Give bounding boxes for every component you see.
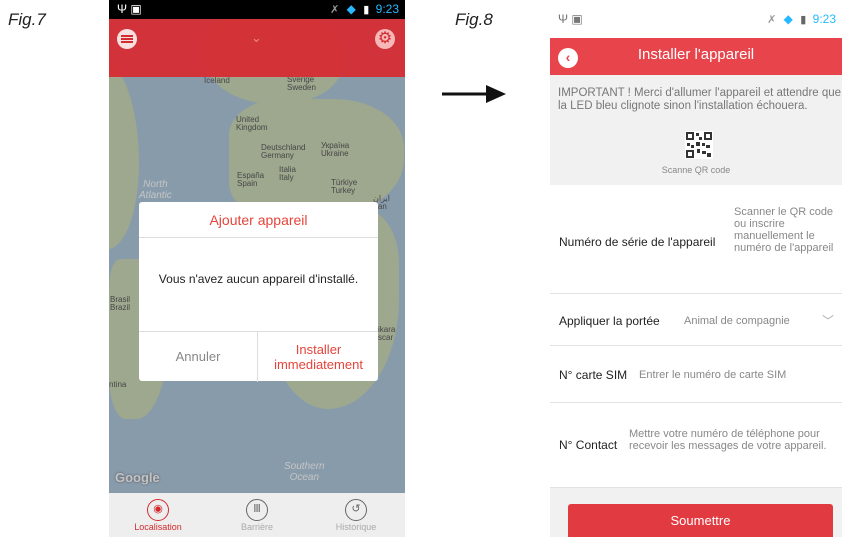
menu-icon[interactable] <box>117 29 137 49</box>
arrow-right-icon <box>442 85 506 103</box>
phone-screen-map: Iceland Sverige Sweden United Kingdom De… <box>109 0 405 537</box>
nav-label: Historique <box>335 522 377 532</box>
nav-item-historique[interactable]: ↺ Historique <box>307 493 405 537</box>
range-value[interactable]: Animal de compagnie <box>684 315 790 327</box>
mute-icon: ✗ <box>330 4 340 16</box>
submit-button[interactable]: Soumettre <box>568 504 833 537</box>
chevron-down-icon[interactable]: ⌄ <box>251 30 262 46</box>
wifi-icon: ◆ <box>783 12 793 26</box>
nav-label: Barrière <box>240 522 273 532</box>
usb-icon: Ψ ▣ <box>558 12 583 26</box>
range-select[interactable]: Appliquer la portée Animal de compagnie … <box>550 295 842 346</box>
status-bar: Ψ ▣ ✗ ◆ ▮ 9:23 <box>550 0 842 38</box>
status-bar: Ψ ▣ ✗ ◆ ▮ 9:23 <box>109 0 405 19</box>
battery-icon: ▮ <box>363 4 370 16</box>
sim-label: N° carte SIM <box>559 368 628 382</box>
mute-icon: ✗ <box>767 14 777 26</box>
gear-icon[interactable]: ⚙ <box>375 29 395 49</box>
install-now-button[interactable]: Installer immediatement <box>259 342 378 372</box>
history-icon: ↺ <box>345 499 367 521</box>
dialog-title: Ajouter appareil <box>139 202 378 238</box>
nav-label: Localisation <box>134 522 182 532</box>
sim-number-field[interactable]: N° carte SIM Entrer le numéro de carte S… <box>550 347 842 403</box>
serial-number-label: Numéro de série de l'appareil <box>559 235 716 249</box>
dialog-message: Vous n'avez aucun appareil d'installé. <box>158 272 359 286</box>
battery-icon: ▮ <box>800 14 807 26</box>
chevron-down-icon[interactable]: ﹀ <box>822 312 834 329</box>
contact-placeholder[interactable]: Mettre votre numéro de téléphone pour re… <box>629 428 839 452</box>
range-label: Appliquer la portée <box>559 314 660 328</box>
contact-label: N° Contact <box>559 438 618 452</box>
figure-7-label: Fig.7 <box>8 10 46 29</box>
phone-screen-install: Ψ ▣ ✗ ◆ ▮ 9:23 ‹ Installer l'appareil IM… <box>550 0 842 537</box>
bottom-nav: ◉ Localisation Ⅲ Barrière ↺ Historique <box>109 493 405 537</box>
qr-label: Scanne QR code <box>661 165 731 175</box>
cancel-button[interactable]: Annuler <box>139 332 258 382</box>
serial-number-placeholder[interactable]: Scanner le QR code ou inscrire manuellem… <box>734 206 834 254</box>
sim-placeholder[interactable]: Entrer le numéro de carte SIM <box>639 369 786 381</box>
usb-icon: Ψ ▣ <box>117 2 142 16</box>
fence-icon: Ⅲ <box>246 499 268 521</box>
notice-text: IMPORTANT ! Merci d'allumer l'appareil e… <box>558 87 842 112</box>
nav-item-localisation[interactable]: ◉ Localisation <box>109 493 207 537</box>
status-time: 9:23 <box>812 12 836 26</box>
page-title: Installer l'appareil <box>637 46 755 63</box>
map-top-bar <box>109 19 405 77</box>
qr-code-icon[interactable] <box>685 131 713 159</box>
figure-8-label: Fig.8 <box>455 10 493 29</box>
location-pin-icon: ◉ <box>147 499 169 521</box>
add-device-dialog: Ajouter appareil Vous n'avez aucun appar… <box>139 202 378 382</box>
install-notice: IMPORTANT ! Merci d'allumer l'appareil e… <box>550 75 842 185</box>
status-time: 9:23 <box>375 2 399 16</box>
contact-number-field[interactable]: N° Contact Mettre votre numéro de téléph… <box>550 404 842 488</box>
nav-item-barriere[interactable]: Ⅲ Barrière <box>208 493 306 537</box>
serial-number-field[interactable]: Numéro de série de l'appareil Scanner le… <box>550 190 842 294</box>
wifi-icon: ◆ <box>346 2 356 16</box>
